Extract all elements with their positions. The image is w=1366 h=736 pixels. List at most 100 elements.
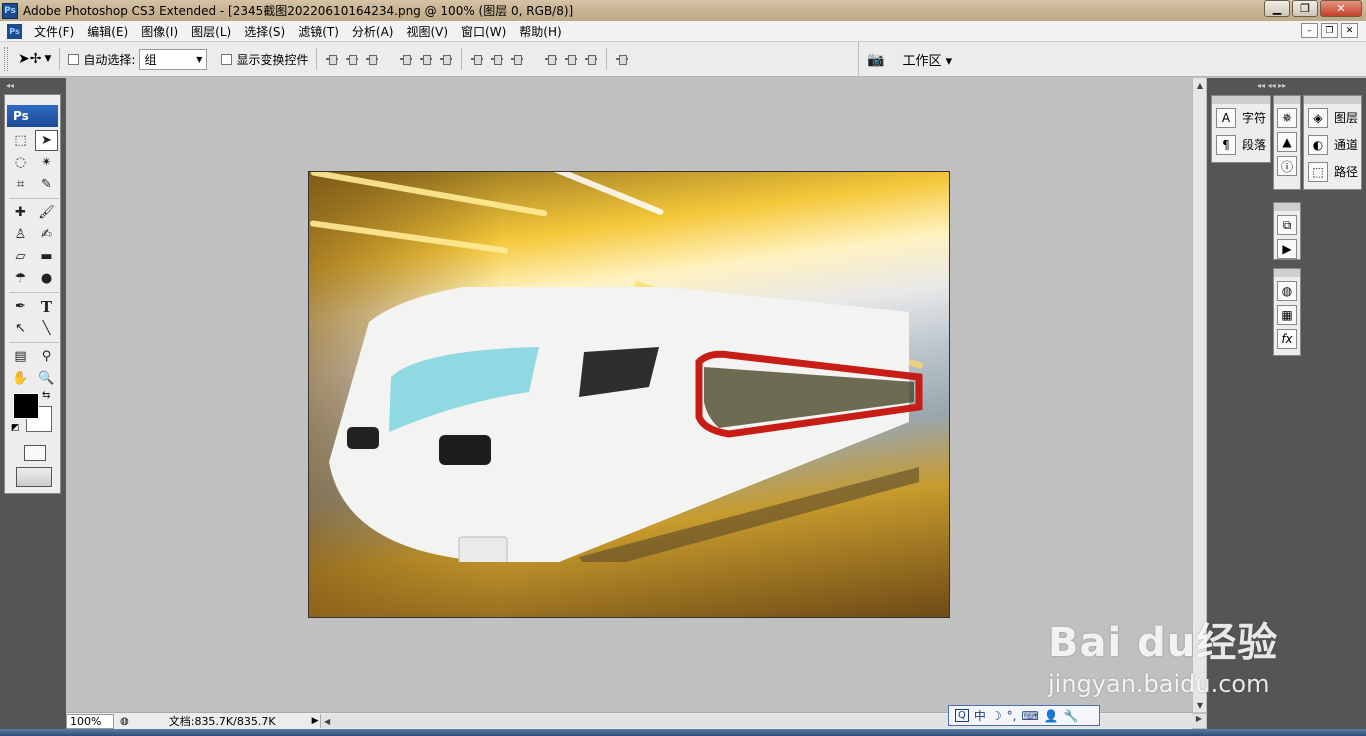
clone-stamp-tool-icon[interactable]: ♙ <box>9 224 32 245</box>
eraser-tool-icon[interactable]: ▱ <box>9 246 32 267</box>
scroll-up-icon[interactable]: ▲ <box>1193 78 1207 92</box>
panel-header[interactable] <box>1274 269 1300 277</box>
ps-menu-icon[interactable]: Ps <box>7 23 22 39</box>
scroll-down-icon[interactable]: ▼ <box>1193 698 1207 712</box>
ime-user-icon[interactable]: 👤 <box>1044 709 1059 723</box>
align-vcenter-icon[interactable] <box>345 53 359 65</box>
histogram-icon[interactable]: ▲ <box>1277 132 1297 152</box>
ime-settings-icon[interactable]: 🔧 <box>1064 709 1079 723</box>
collapse-icon[interactable]: ◂◂ <box>0 78 66 90</box>
distribute-hcenter-icon[interactable] <box>564 53 578 65</box>
move-tool-icon[interactable]: ➤ <box>35 130 58 151</box>
brush-tool-icon[interactable]: 🖌 <box>35 202 58 223</box>
checkbox-box[interactable] <box>221 53 233 65</box>
scroll-right-icon[interactable]: ▶ <box>1196 714 1202 723</box>
foreground-color-swatch[interactable] <box>13 393 39 419</box>
swap-colors-icon[interactable]: ⇆ <box>42 390 50 401</box>
distribute-bottom-icon[interactable] <box>510 53 524 65</box>
actions-icon[interactable]: ▶ <box>1277 239 1297 259</box>
info-icon[interactable]: ⓘ <box>1277 156 1297 176</box>
distribute-left-icon[interactable] <box>544 53 558 65</box>
panel-header[interactable] <box>1274 96 1300 104</box>
menu-layer[interactable]: 图层(L) <box>185 23 238 40</box>
line-tool-icon[interactable]: ╲ <box>35 318 58 339</box>
doc-minimize-button[interactable]: – <box>1301 23 1318 38</box>
panel-header[interactable] <box>1274 203 1300 211</box>
blur-tool-icon[interactable]: ☂ <box>9 268 32 289</box>
channels-panel-button[interactable]: ◐ 通道 <box>1304 131 1361 158</box>
marquee-tool-icon[interactable]: ⬚ <box>9 130 32 151</box>
align-right-icon[interactable] <box>439 53 453 65</box>
ime-logo-icon[interactable]: Q <box>955 709 969 722</box>
dodge-tool-icon[interactable]: ● <box>35 268 58 289</box>
default-colors-icon[interactable]: ◩ <box>11 423 20 433</box>
magic-wand-tool-icon[interactable]: ✴ <box>35 152 58 173</box>
panel-header[interactable] <box>1304 96 1361 104</box>
zoom-tool-icon[interactable]: 🔍 <box>35 368 58 389</box>
windows-taskbar[interactable] <box>0 729 1366 736</box>
ime-punctuation-icon[interactable]: °, <box>1007 709 1017 723</box>
options-bar-grip[interactable] <box>4 47 8 71</box>
menu-image[interactable]: 图像(I) <box>135 23 185 40</box>
auto-select-dropdown[interactable]: 组 ▼ <box>139 48 208 70</box>
restore-button[interactable]: ❐ <box>1292 0 1318 17</box>
status-preview-icon[interactable]: ◍ <box>120 716 129 727</box>
eyedropper-tool-icon[interactable]: ⚲ <box>35 346 58 367</box>
status-menu-arrow-icon[interactable]: ▶ <box>312 716 319 726</box>
crop-tool-icon[interactable]: ⌗ <box>9 174 32 195</box>
menu-view[interactable]: 视图(V) <box>400 23 455 40</box>
layers-panel-button[interactable]: ◈ 图层 <box>1304 104 1361 131</box>
screen-mode-button[interactable] <box>16 467 52 487</box>
doc-restore-button[interactable]: ❐ <box>1321 23 1338 38</box>
ime-moon-icon[interactable]: ☽ <box>991 709 1002 723</box>
zoom-level-field[interactable]: 100% <box>66 713 114 729</box>
path-selection-tool-icon[interactable]: ↖ <box>9 318 32 339</box>
paths-panel-button[interactable]: ⬚ 路径 <box>1304 158 1361 185</box>
toolbox-header[interactable]: Ps <box>7 105 58 127</box>
doc-close-button[interactable]: ✕ <box>1341 23 1358 38</box>
character-panel-button[interactable]: A 字符 <box>1212 104 1270 131</box>
hand-tool-icon[interactable]: ✋ <box>9 368 32 389</box>
slice-tool-icon[interactable]: ✎ <box>35 174 58 195</box>
paragraph-panel-button[interactable]: ¶ 段落 <box>1212 131 1270 158</box>
notes-tool-icon[interactable]: ▤ <box>9 346 32 367</box>
menu-filter[interactable]: 滤镜(T) <box>292 23 346 40</box>
menu-select[interactable]: 选择(S) <box>238 23 292 40</box>
checkbox-box[interactable] <box>68 53 80 65</box>
swatches-icon[interactable]: ▦ <box>1277 305 1297 325</box>
gradient-tool-icon[interactable]: ▬ <box>35 246 58 267</box>
menu-analysis[interactable]: 分析(A) <box>346 23 401 40</box>
auto-select-checkbox[interactable]: 自动选择: <box>68 51 135 68</box>
menu-help[interactable]: 帮助(H) <box>513 23 568 40</box>
align-bottom-icon[interactable] <box>365 53 379 65</box>
distribute-vcenter-icon[interactable] <box>490 53 504 65</box>
auto-align-layers-icon[interactable] <box>615 53 629 65</box>
workspace-menu[interactable]: 工作区 ▾ <box>902 50 952 69</box>
minimize-button[interactable]: ▁ <box>1264 0 1290 17</box>
color-icon[interactable]: ◍ <box>1277 281 1297 301</box>
close-button[interactable]: ✕ <box>1320 0 1362 17</box>
distribute-top-icon[interactable] <box>470 53 484 65</box>
align-hcenter-icon[interactable] <box>419 53 433 65</box>
ime-keyboard-icon[interactable]: ⌨ <box>1021 709 1038 723</box>
pen-tool-icon[interactable]: ✒ <box>9 296 32 317</box>
document-image[interactable] <box>308 171 950 618</box>
panel-header[interactable] <box>1212 96 1270 104</box>
menu-edit[interactable]: 编辑(E) <box>81 23 135 40</box>
ime-chinese-mode[interactable]: 中 <box>974 707 986 724</box>
type-tool-icon[interactable]: T <box>35 296 58 317</box>
history-icon[interactable]: ⧉ <box>1277 215 1297 235</box>
healing-brush-tool-icon[interactable]: ✚ <box>9 202 32 223</box>
show-transform-checkbox[interactable]: 显示变换控件 <box>221 51 308 68</box>
menu-file[interactable]: 文件(F) <box>28 23 81 40</box>
align-left-icon[interactable] <box>399 53 413 65</box>
lasso-tool-icon[interactable]: ◌ <box>9 152 32 173</box>
tool-preset-picker[interactable]: ➤✢ ▼ <box>18 51 51 67</box>
history-brush-tool-icon[interactable]: ✍ <box>35 224 58 245</box>
quick-mask-button[interactable] <box>24 445 46 461</box>
navigator-icon[interactable]: ✵ <box>1277 108 1297 128</box>
scroll-left-icon[interactable]: ◀ <box>321 717 330 726</box>
styles-fx-icon[interactable]: fx <box>1277 329 1297 349</box>
collapse-icon[interactable]: ◂◂ ◂◂ ▸▸ <box>1207 78 1366 90</box>
bridge-icon[interactable]: 📷 <box>867 52 884 68</box>
